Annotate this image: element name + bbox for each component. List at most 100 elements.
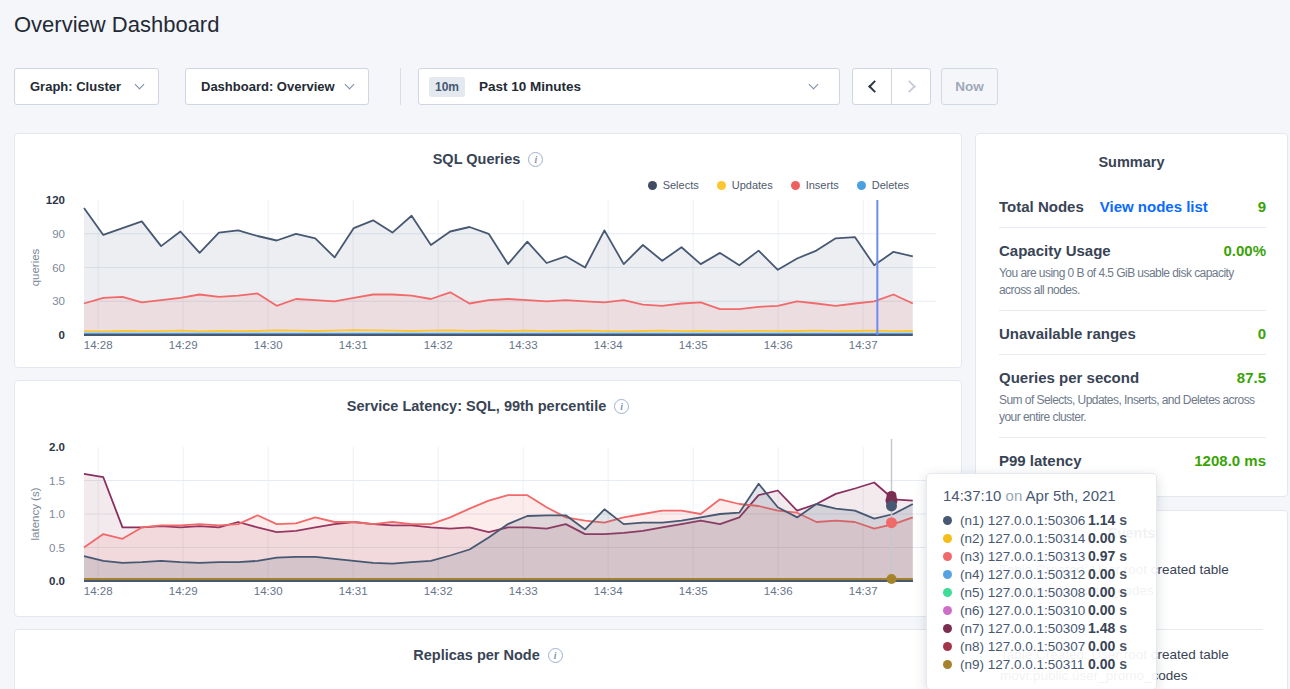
summary-row-value: 0: [1258, 325, 1266, 342]
y-tick-label: 0.5: [49, 542, 65, 554]
summary-row-label: Capacity Usage: [999, 242, 1111, 259]
y-tick-label: 0: [59, 329, 65, 341]
dashboard-dropdown-label: Dashboard: Overview: [201, 79, 335, 94]
summary-row-label: Total Nodes: [999, 198, 1084, 215]
node-latency-value: 0.97 s: [1088, 548, 1140, 564]
x-tick-label: 14:35: [679, 339, 708, 351]
summary-row-label: Queries per second: [999, 369, 1139, 386]
tooltip-node-row: (n8) 127.0.0.1:503070.00 s: [943, 637, 1140, 655]
summary-row-label: Unavailable ranges: [999, 325, 1136, 342]
node-color-dot: [943, 642, 952, 651]
node-latency-value: 0.00 s: [1088, 638, 1140, 654]
chart-panel-replicas-per-node: Replicas per Node i: [14, 629, 962, 689]
chevron-down-icon: [809, 80, 819, 90]
y-tick-label: 60: [52, 262, 65, 274]
summary-row-value: 87.5: [1237, 369, 1266, 386]
node-color-dot: [943, 516, 952, 525]
x-tick-label: 14:34: [594, 339, 623, 351]
chart-title-row: Replicas per Node i: [15, 647, 961, 663]
node-latency-value: 1.48 s: [1088, 620, 1140, 636]
tooltip-node-row: (n1) 127.0.0.1:503061.14 s: [943, 511, 1140, 529]
node-color-dot: [943, 660, 952, 669]
node-latency-value: 0.00 s: [1088, 566, 1140, 582]
x-tick-label: 14:37: [849, 339, 878, 351]
x-tick-label: 14:37: [849, 585, 878, 597]
x-tick-label: 14:30: [254, 339, 283, 351]
tooltip-node-row: (n6) 127.0.0.1:503100.00 s: [943, 601, 1140, 619]
node-address: (n5) 127.0.0.1:50308: [960, 585, 1085, 600]
node-address: (n4) 127.0.0.1:50312: [960, 567, 1085, 582]
summary-row: Capacity Usage0.00%You are using 0 B of …: [999, 228, 1266, 311]
chart-panel-sql-queries: SQL QueriesiSelectsUpdatesInsertsDeletes…: [14, 133, 962, 368]
tooltip-timestamp: 14:37:10 on Apr 5th, 2021: [943, 487, 1140, 504]
x-tick-label: 14:28: [84, 585, 113, 597]
node-color-dot: [943, 534, 952, 543]
y-tick-label: 90: [52, 228, 65, 240]
y-tick-label: 30: [52, 295, 65, 307]
x-tick-label: 14:33: [509, 339, 538, 351]
summary-row: Total Nodes View nodes list 9: [999, 184, 1266, 228]
x-tick-label: 14:31: [339, 339, 368, 351]
time-range-selector[interactable]: 10m Past 10 Minutes: [418, 68, 840, 105]
x-tick-label: 14:30: [254, 585, 283, 597]
node-latency-value: 0.00 s: [1088, 602, 1140, 618]
node-color-dot: [943, 552, 952, 561]
chart-canvas[interactable]: 120906030014:2814:2914:3014:3114:3214:33…: [15, 134, 961, 368]
graph-dropdown-label: Graph: Cluster: [30, 79, 121, 94]
node-color-dot: [943, 570, 952, 579]
y-tick-label: 120: [46, 194, 65, 206]
time-range-badge: 10m: [429, 77, 465, 97]
node-color-dot: [943, 606, 952, 615]
x-tick-label: 14:29: [169, 585, 198, 597]
now-button[interactable]: Now: [941, 68, 998, 105]
summary-row-value: 1208.0 ms: [1194, 452, 1266, 469]
toolbar-divider: [400, 68, 401, 105]
page-title: Overview Dashboard: [14, 12, 219, 38]
chevron-down-icon: [345, 80, 355, 90]
tooltip-node-row: (n9) 127.0.0.1:503110.00 s: [943, 655, 1140, 673]
x-tick-label: 14:28: [84, 339, 113, 351]
x-tick-label: 14:36: [764, 339, 793, 351]
tooltip-node-row: (n4) 127.0.0.1:503120.00 s: [943, 565, 1140, 583]
summary-row-value: 0.00%: [1223, 242, 1266, 259]
node-latency-value: 0.00 s: [1088, 584, 1140, 600]
time-next-button[interactable]: [891, 68, 931, 105]
node-address: (n1) 127.0.0.1:50306: [960, 513, 1085, 528]
node-address: (n6) 127.0.0.1:50310: [960, 603, 1085, 618]
x-tick-label: 14:32: [424, 585, 453, 597]
summary-row-label: P99 latency: [999, 452, 1082, 469]
chevron-left-icon: [868, 80, 881, 93]
time-prev-button[interactable]: [852, 68, 892, 105]
y-axis-label: latency (s): [29, 487, 41, 540]
summary-row-value: 9: [1258, 198, 1266, 215]
summary-row: Unavailable ranges 0: [999, 311, 1266, 355]
tooltip-node-row: (n5) 127.0.0.1:503080.00 s: [943, 583, 1140, 601]
y-tick-label: 0.0: [49, 575, 65, 587]
y-tick-label: 1.0: [49, 508, 65, 520]
graph-dropdown[interactable]: Graph: Cluster: [14, 68, 159, 105]
chevron-down-icon: [135, 80, 145, 90]
y-tick-label: 1.5: [49, 475, 65, 487]
chevron-right-icon: [903, 80, 916, 93]
chart-title: Replicas per Node: [413, 647, 540, 663]
tooltip-node-row: (n2) 127.0.0.1:503140.00 s: [943, 529, 1140, 547]
chart-canvas[interactable]: 2.01.51.00.50.014:2814:2914:3014:3114:32…: [15, 381, 961, 614]
dashboard-dropdown[interactable]: Dashboard: Overview: [185, 68, 369, 105]
chart-panel-service-latency: Service Latency: SQL, 99th percentilei2.…: [14, 380, 962, 617]
node-latency-value: 1.14 s: [1088, 512, 1140, 528]
hover-marker-dot: [887, 574, 897, 584]
summary-row: Queries per second87.5Sum of Selects, Up…: [999, 355, 1266, 438]
y-tick-label: 2.0: [49, 441, 65, 453]
node-address: (n9) 127.0.0.1:50311: [960, 657, 1084, 672]
hover-marker-dot: [886, 500, 897, 511]
x-tick-label: 14:34: [594, 585, 623, 597]
view-nodes-list-link[interactable]: View nodes list: [1100, 198, 1208, 215]
info-icon[interactable]: i: [548, 648, 563, 663]
node-address: (n8) 127.0.0.1:50307: [960, 639, 1085, 654]
summary-title: Summary: [1000, 154, 1263, 170]
x-tick-label: 14:29: [169, 339, 198, 351]
x-tick-label: 14:35: [679, 585, 708, 597]
chart-hover-tooltip: 14:37:10 on Apr 5th, 2021 (n1) 127.0.0.1…: [926, 473, 1157, 689]
x-tick-label: 14:33: [509, 585, 538, 597]
time-range-label: Past 10 Minutes: [479, 79, 581, 94]
